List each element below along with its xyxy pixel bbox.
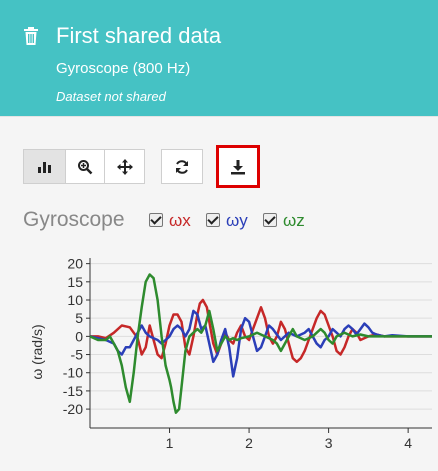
y-tick-label: -15: [63, 383, 83, 399]
refresh-icon: [176, 159, 188, 174]
share-status: Dataset not shared: [56, 89, 166, 104]
checkbox-wy[interactable]: [206, 213, 220, 227]
checkbox-wx[interactable]: [149, 213, 163, 227]
dataset-title: First shared data: [56, 23, 222, 48]
y-tick-label: 15: [67, 274, 83, 290]
chart-series: [89, 273, 432, 414]
series-line-wz: [89, 273, 432, 414]
zoom-icon: [78, 159, 93, 174]
series-line-wy: [89, 309, 432, 378]
download-icon: [231, 159, 245, 174]
legend-item-wx[interactable]: ωx: [149, 211, 191, 230]
chart-grid: [89, 258, 432, 429]
y-axis-ticks: 20 15 10 5 0 -5 -10 -15 -20: [63, 256, 90, 417]
legend-label-wy: ωy: [226, 211, 248, 230]
trash-icon[interactable]: [23, 27, 39, 45]
y-tick-label: -5: [71, 347, 84, 363]
refresh-button[interactable]: [161, 149, 203, 184]
x-tick-label: 4: [404, 435, 412, 451]
x-tick-label: 3: [325, 435, 333, 451]
legend-label-wz: ωz: [283, 211, 305, 230]
sensor-subtitle: Gyroscope (800 Hz): [56, 60, 191, 77]
zoom-button[interactable]: [65, 149, 105, 184]
y-tick-label: -20: [63, 401, 83, 417]
pan-button[interactable]: [104, 149, 145, 184]
x-tick-label: 1: [166, 435, 174, 451]
dataset-header: First shared data Gyroscope (800 Hz) Dat…: [0, 0, 438, 116]
y-tick-label: -10: [63, 365, 83, 381]
bar-chart-icon: [37, 161, 51, 173]
x-tick-label: 2: [245, 435, 253, 451]
legend-item-wz[interactable]: ωz: [263, 211, 305, 230]
y-tick-label: 0: [75, 328, 83, 344]
legend-label-wx: ωx: [169, 211, 191, 230]
checkbox-wz[interactable]: [263, 213, 277, 227]
legend-item-wy[interactable]: ωy: [206, 211, 248, 230]
chart-title: Gyroscope: [23, 208, 125, 231]
y-tick-label: 10: [67, 292, 83, 308]
y-tick-label: 20: [67, 256, 83, 272]
bar-chart-button[interactable]: [23, 149, 66, 184]
pan-icon: [116, 158, 133, 175]
download-button[interactable]: [216, 145, 260, 188]
y-tick-label: 5: [75, 310, 83, 326]
gyroscope-chart[interactable]: 20 15 10 5 0 -5 -10 -15 -20 1 2 3 4 ω (rad/s): [0, 240, 438, 470]
x-axis-ticks: 1 2 3 4: [166, 428, 412, 451]
y-axis-label: ω (rad/s): [29, 324, 45, 379]
